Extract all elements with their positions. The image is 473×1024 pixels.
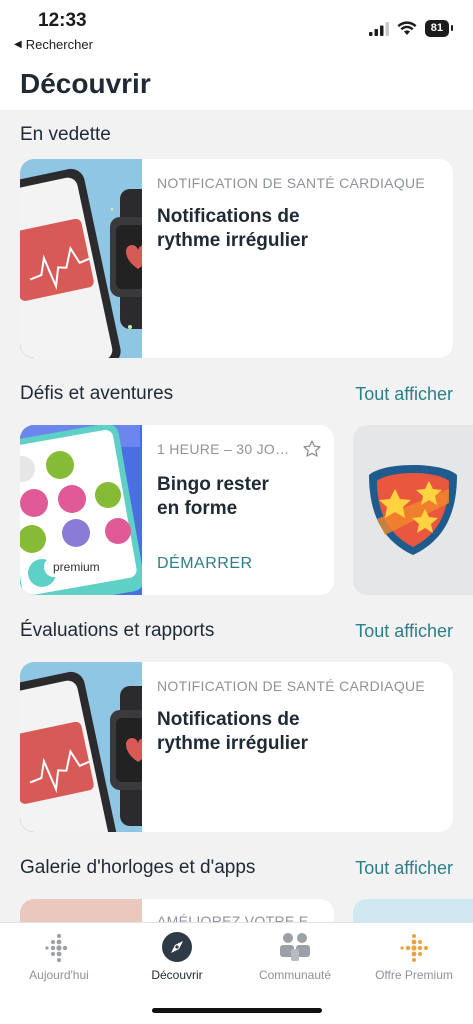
section-title-featured: En vedette	[20, 124, 111, 145]
tab-label: Offre Premium	[375, 968, 453, 982]
tab-community[interactable]: Communauté	[236, 931, 354, 982]
cellular-signal-icon	[368, 21, 389, 36]
tab-label: Aujourd'hui	[29, 968, 89, 982]
premium-badge: premium	[44, 557, 109, 577]
community-icon	[280, 933, 310, 961]
back-label: Rechercher	[25, 37, 93, 52]
start-challenge-button[interactable]: DÉMARRER	[157, 555, 253, 573]
challenge-card-body: 1 HEURE – 30 JO… Bingo rester en forme	[157, 439, 322, 521]
card-title: Notifications de rythme irrégulier	[157, 205, 441, 253]
star-favorite-icon[interactable]	[302, 439, 322, 459]
card-title-line: rythme irrégulier	[157, 230, 308, 251]
section-title-gallery: Galerie d'horloges et d'apps	[20, 857, 256, 878]
card-eyebrow: NOTIFICATION DE SANTÉ CARDIAQUE	[157, 678, 426, 694]
card-title: Bingo rester en forme	[157, 473, 322, 521]
challenge-card-next[interactable]	[353, 425, 473, 595]
page-header: Découvrir	[0, 56, 473, 110]
assessments-see-all-link[interactable]: Tout afficher	[355, 621, 453, 642]
assessment-card-body: NOTIFICATION DE SANTÉ CARDIAQUE Notifica…	[157, 678, 441, 756]
card-title-line: rythme irrégulier	[157, 733, 308, 754]
tab-label: Communauté	[258, 968, 332, 982]
section-title-assessments: Évaluations et rapports	[20, 620, 215, 641]
section-title-challenges: Défis et aventures	[20, 383, 174, 404]
back-to-search-link[interactable]: ◀ Rechercher	[14, 37, 93, 52]
tab-today[interactable]: Aujourd'hui	[0, 931, 118, 982]
card-title: Notifications de rythme irrégulier	[157, 708, 441, 756]
fitbit-dots-icon	[45, 934, 68, 962]
card-eyebrow: 1 HEURE – 30 JO…	[157, 441, 290, 457]
tab-discover[interactable]: Découvrir	[118, 931, 236, 982]
featured-card[interactable]: NOTIFICATION DE SANTÉ CARDIAQUE Notifica…	[20, 159, 453, 358]
card-title-line: Notifications de	[157, 709, 300, 730]
wifi-icon	[397, 21, 417, 35]
card-title-line: Notifications de	[157, 206, 300, 227]
card-title-line: en forme	[157, 498, 238, 519]
premium-dots-icon	[400, 934, 428, 962]
status-time: 12:33	[38, 10, 87, 31]
bingo-illustration: premium	[20, 425, 142, 595]
challenges-see-all-link[interactable]: Tout afficher	[355, 384, 453, 405]
tab-label: Découvrir	[151, 968, 203, 982]
compass-icon	[162, 932, 192, 962]
featured-card-body: NOTIFICATION DE SANTÉ CARDIAQUE Notifica…	[157, 175, 441, 253]
gallery-see-all-link[interactable]: Tout afficher	[355, 858, 453, 879]
page-title: Découvrir	[20, 68, 151, 99]
tab-premium[interactable]: Offre Premium	[355, 931, 473, 982]
battery-indicator: 81	[424, 20, 454, 37]
assessment-card[interactable]: NOTIFICATION DE SANTÉ CARDIAQUE Notifica…	[20, 662, 453, 832]
heart-notification-illustration	[20, 662, 142, 832]
back-triangle-icon: ◀	[14, 39, 22, 50]
heart-notification-illustration	[20, 159, 142, 358]
card-eyebrow: NOTIFICATION DE SANTÉ CARDIAQUE	[157, 175, 426, 191]
status-icons: 81	[368, 20, 454, 37]
challenge-card-bingo[interactable]: premium 1 HEURE – 30 JO… Bingo rester en…	[20, 425, 334, 595]
home-indicator	[152, 1008, 322, 1013]
card-title-line: Bingo rester	[157, 474, 269, 495]
stars-shield-badge-icon	[369, 465, 457, 555]
status-bar: 12:33 ◀ Rechercher 81	[0, 0, 473, 56]
